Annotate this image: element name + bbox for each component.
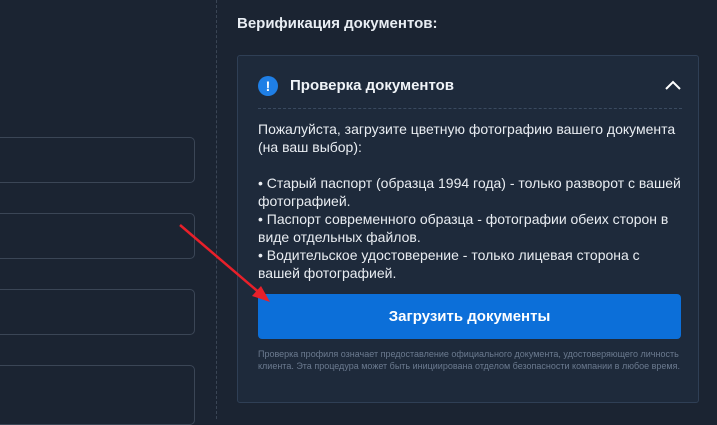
form-column: [0, 0, 200, 425]
bullet-driver-license: • Водительское удостоверение - только ли…: [258, 247, 640, 281]
verification-footnote: Проверка профиля означает предоставление…: [258, 349, 680, 371]
info-icon: !: [258, 76, 278, 96]
form-input-1[interactable]: [0, 137, 195, 183]
form-input-4[interactable]: [0, 365, 195, 425]
instructions-text: Пожалуйста, загрузите цветную фотографию…: [258, 121, 676, 155]
column-divider: [216, 0, 217, 419]
bullet-old-passport: • Старый паспорт (образца 1994 года) - т…: [258, 175, 681, 209]
document-verification-card: ! Проверка документов Пожалуйста, загруз…: [237, 55, 699, 403]
form-input-3[interactable]: [0, 289, 195, 335]
header-divider: [258, 108, 682, 109]
form-input-2[interactable]: [0, 213, 195, 259]
chevron-up-icon[interactable]: [662, 74, 684, 96]
card-title: Проверка документов: [290, 77, 455, 94]
section-title: Верификация документов:: [237, 15, 438, 32]
card-header[interactable]: ! Проверка документов: [238, 56, 698, 109]
bullet-new-passport: • Паспорт современного образца - фотогра…: [258, 211, 669, 245]
upload-documents-button[interactable]: Загрузить документы: [258, 294, 681, 339]
card-body: Пожалуйста, загрузите цветную фотографию…: [258, 120, 682, 282]
